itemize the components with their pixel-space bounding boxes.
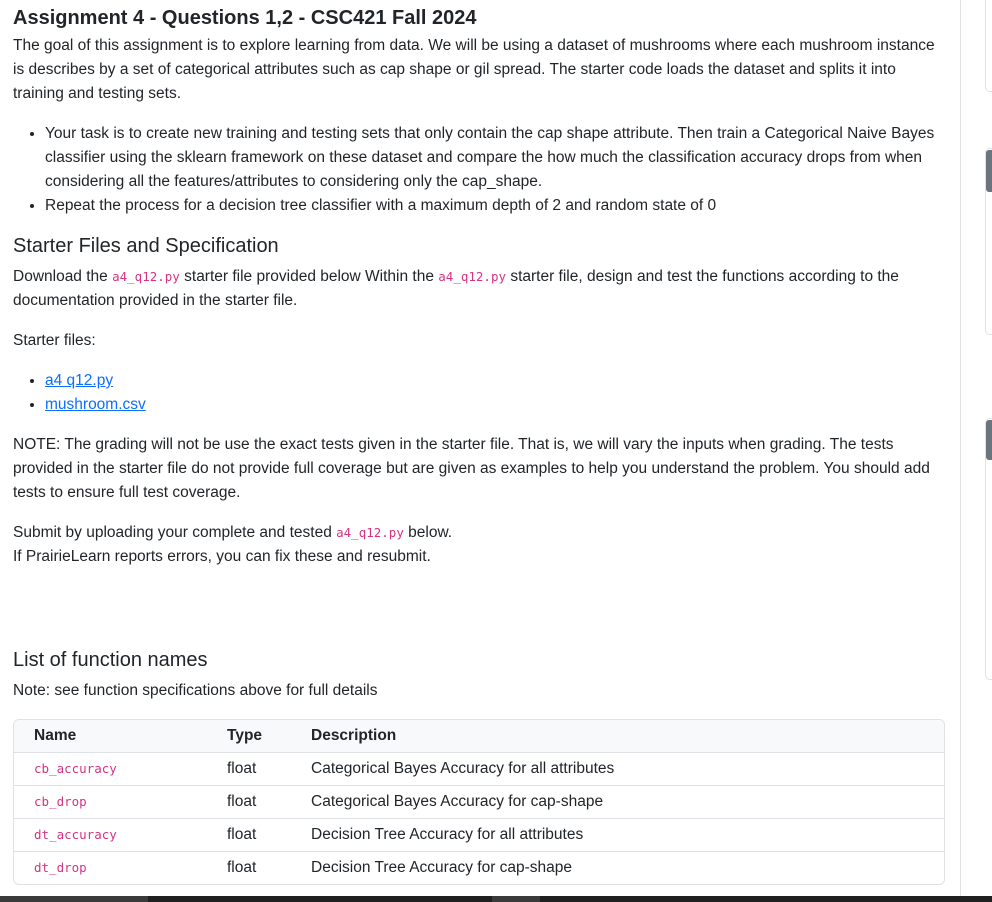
grading-note: NOTE: The grading will not be use the ex… [13,436,930,501]
sidebar-card[interactable] [985,0,992,92]
submit-text: Submit by uploading your complete and te… [13,524,337,541]
function-name-cell: cb_drop [14,785,207,819]
function-name-cell: dt_accuracy [14,818,207,852]
function-name: cb_accuracy [34,761,117,776]
function-description: Decision Tree Accuracy for all attribute… [291,818,944,852]
table-row: dt_accuracy float Decision Tree Accuracy… [14,818,944,852]
function-name-cell: cb_accuracy [14,753,207,786]
file-item: mushroom.csv [45,393,948,417]
function-description: Decision Tree Accuracy for cap-shape [291,851,944,884]
table-row: cb_drop float Categorical Bayes Accuracy… [14,785,944,819]
task-item: Repeat the process for a decision tree c… [45,194,948,218]
function-type: float [207,818,291,852]
function-name: dt_accuracy [34,827,117,842]
task-list: Your task is to create new training and … [13,122,948,218]
submit-text: below. [403,524,453,541]
filename-code: a4_q12.py [438,269,507,284]
taskbar-item[interactable] [492,896,540,902]
function-type: float [227,760,257,777]
starter-files-label: Starter files: [13,332,96,349]
column-header-name: Name [14,720,207,753]
filename-code: a4_q12.py [112,269,180,284]
table-row: dt_drop float Decision Tree Accuracy for… [14,851,944,884]
task-item: Your task is to create new training and … [45,122,948,194]
function-type: float [207,785,291,819]
function-name: dt_drop [34,860,87,875]
sidebar-divider [960,0,961,902]
functions-table: Name Type Description cb_accuracy float … [14,720,944,884]
taskbar-item[interactable] [0,896,148,902]
file-link-mushroom-csv[interactable]: mushroom.csv [45,396,146,413]
download-paragraph: Download the a4_q12.py starter file prov… [13,265,948,313]
starter-file-list: a4 q12.py mushroom.csv [13,369,948,417]
starter-heading: Starter Files and Specification [13,235,279,257]
page-title: Assignment 4 - Questions 1,2 - CSC421 Fa… [13,7,477,29]
question-body: Assignment 4 - Questions 1,2 - CSC421 Fa… [13,0,948,885]
function-name-cell: dt_drop [14,851,207,884]
function-description: Categorical Bayes Accuracy for all attri… [311,760,615,777]
column-header-description: Description [291,720,944,753]
sidebar-card-header [986,420,992,460]
table-row: cb_accuracy float Categorical Bayes Accu… [14,753,944,786]
download-text: Download the [13,268,113,285]
filename-code: a4_q12.py [336,525,404,540]
intro-paragraph: The goal of this assignment is to explor… [13,37,935,102]
sidebar-card-header [986,150,992,192]
file-link-a4-q12[interactable]: a4 q12.py [45,372,113,389]
function-type: float [207,851,291,884]
functions-table-card: Name Type Description cb_accuracy float … [13,719,945,885]
column-header-type: Type [207,720,291,753]
submit-paragraph: Submit by uploading your complete and te… [13,521,948,569]
functions-note: Note: see function specifications above … [13,682,378,699]
functions-heading: List of function names [13,649,208,671]
function-description: Categorical Bayes Accuracy for cap-shape [291,785,944,819]
page: Assignment 4 - Questions 1,2 - CSC421 Fa… [0,0,992,902]
errors-text: If PrairieLearn reports errors, you can … [13,548,431,565]
file-item: a4 q12.py [45,369,948,393]
function-name: cb_drop [34,794,87,809]
download-text: starter file provided below Within the [179,268,439,285]
table-header-row: Name Type Description [14,720,944,753]
